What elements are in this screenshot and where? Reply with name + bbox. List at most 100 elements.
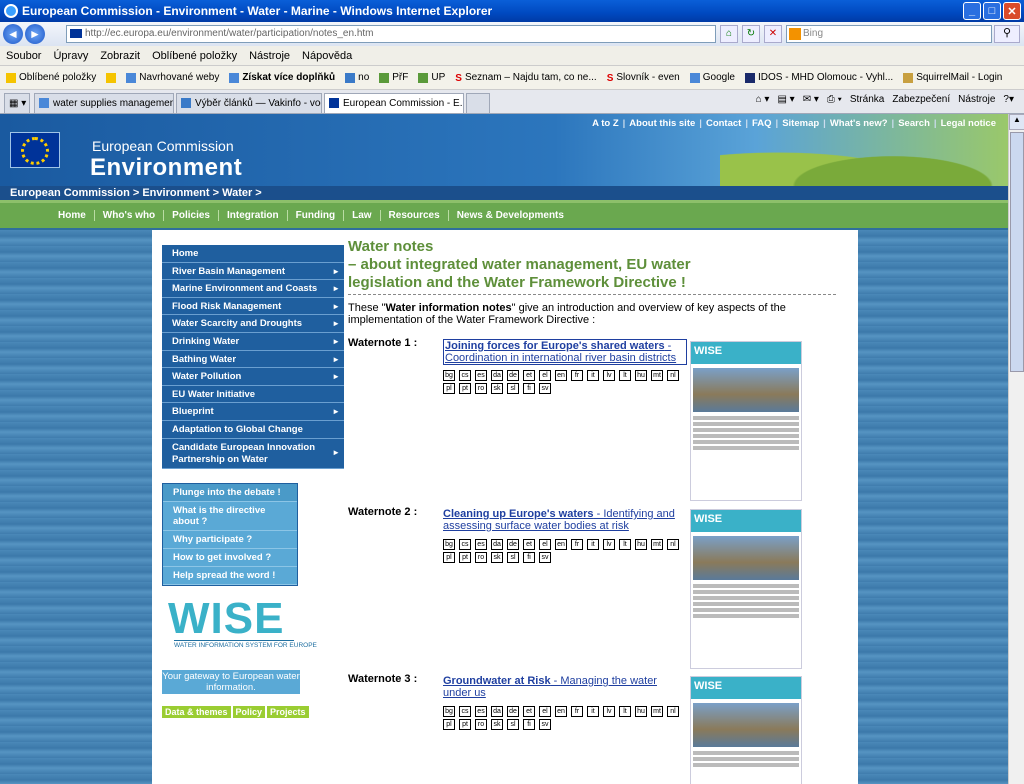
toplink[interactable]: Sitemap: [782, 118, 819, 129]
language-link[interactable]: et: [523, 539, 535, 550]
forward-button[interactable]: ►: [25, 24, 45, 44]
language-link[interactable]: pl: [443, 383, 455, 394]
left-menu-item[interactable]: Water Pollution ►: [162, 368, 344, 386]
fav-item[interactable]: S Slovník - even: [607, 72, 680, 84]
language-link[interactable]: de: [507, 706, 519, 717]
help-icon[interactable]: ?▾: [1003, 94, 1014, 105]
language-link[interactable]: cs: [459, 539, 471, 550]
quick-tabs-button[interactable]: ▦ ▾: [4, 93, 30, 113]
nav-whos-who[interactable]: Who's who: [95, 210, 165, 221]
left-menu-item[interactable]: Blueprint ►: [162, 403, 344, 421]
language-link[interactable]: pt: [459, 383, 471, 394]
tab[interactable]: Výběr článků — Vakinfo - vod...: [176, 93, 322, 113]
language-link[interactable]: hu: [635, 539, 647, 550]
nav-home[interactable]: Home: [50, 210, 95, 221]
participation-item[interactable]: Help spread the word !: [163, 567, 297, 585]
menu-item[interactable]: Oblíbené položky: [152, 50, 237, 62]
language-link[interactable]: nl: [667, 706, 679, 717]
language-link[interactable]: da: [491, 539, 503, 550]
language-link[interactable]: bg: [443, 539, 455, 550]
waternote-link[interactable]: Groundwater at Risk - Managing the water…: [443, 675, 687, 699]
language-link[interactable]: sv: [539, 719, 551, 730]
wise-link[interactable]: Policy: [232, 706, 266, 718]
language-link[interactable]: bg: [443, 370, 455, 381]
language-link[interactable]: de: [507, 539, 519, 550]
language-link[interactable]: el: [539, 706, 551, 717]
nav-law[interactable]: Law: [344, 210, 381, 221]
fav-item[interactable]: S Seznam – Najdu tam, co ne...: [455, 72, 596, 84]
close-button[interactable]: ✕: [1003, 2, 1021, 20]
fav-item[interactable]: IDOS - MHD Olomouc - Vyhl...: [744, 72, 893, 83]
search-button[interactable]: ⚲: [994, 25, 1020, 43]
language-link[interactable]: es: [475, 706, 487, 717]
language-link[interactable]: es: [475, 539, 487, 550]
back-button[interactable]: ◄: [3, 24, 23, 44]
compat-view-icon[interactable]: ⌂: [720, 25, 738, 43]
waternote-thumbnail[interactable]: WISE: [690, 676, 802, 784]
address-bar[interactable]: http://ec.europa.eu/environment/water/pa…: [66, 25, 716, 43]
language-link[interactable]: bg: [443, 706, 455, 717]
nav-news[interactable]: News & Developments: [449, 210, 572, 221]
language-link[interactable]: fi: [523, 383, 535, 394]
wise-gateway-button[interactable]: Your gateway to European water informati…: [162, 670, 300, 694]
fav-item[interactable]: SquirrelMail - Login: [903, 72, 1002, 83]
breadcrumb[interactable]: European Commission > Environment > Wate…: [0, 186, 1008, 200]
wise-link[interactable]: Projects: [267, 706, 309, 718]
page-menu[interactable]: Stránka: [850, 94, 884, 105]
print-icon[interactable]: ⎙ ▾: [827, 94, 842, 105]
toplink[interactable]: About this site: [629, 118, 695, 129]
toplink[interactable]: What's new?: [830, 118, 888, 129]
fav-item[interactable]: PřF: [379, 72, 408, 83]
left-menu-item[interactable]: Candidate European Innovation Partnershi…: [162, 438, 344, 469]
language-link[interactable]: it: [587, 370, 599, 381]
language-link[interactable]: sl: [507, 719, 519, 730]
language-link[interactable]: de: [507, 370, 519, 381]
language-link[interactable]: el: [539, 539, 551, 550]
language-link[interactable]: sv: [539, 552, 551, 563]
language-link[interactable]: fr: [571, 539, 583, 550]
favorites-button[interactable]: Oblíbené položky: [6, 72, 96, 83]
fav-item[interactable]: Google: [689, 72, 735, 83]
toplink[interactable]: FAQ: [752, 118, 772, 129]
vertical-scrollbar[interactable]: ▲: [1008, 114, 1024, 784]
maximize-button[interactable]: □: [983, 2, 1001, 20]
left-menu-item[interactable]: EU Water Initiative: [162, 385, 344, 404]
safety-menu[interactable]: Zabezpečení: [892, 94, 950, 105]
language-link[interactable]: nl: [667, 539, 679, 550]
left-menu-item[interactable]: Flood Risk Management ►: [162, 297, 344, 316]
language-link[interactable]: it: [587, 539, 599, 550]
language-link[interactable]: en: [555, 706, 567, 717]
stop-icon[interactable]: ✕: [764, 25, 782, 43]
language-link[interactable]: pt: [459, 552, 471, 563]
language-link[interactable]: sl: [507, 383, 519, 394]
refresh-icon[interactable]: ↻: [742, 25, 760, 43]
fav-item[interactable]: UP: [418, 72, 445, 83]
participation-item[interactable]: Why participate ?: [163, 531, 297, 549]
nav-resources[interactable]: Resources: [381, 210, 449, 221]
language-link[interactable]: lt: [619, 370, 631, 381]
nav-funding[interactable]: Funding: [288, 210, 345, 221]
language-link[interactable]: ro: [475, 719, 487, 730]
menu-item[interactable]: Nápověda: [302, 50, 352, 62]
language-link[interactable]: fi: [523, 719, 535, 730]
language-link[interactable]: hu: [635, 706, 647, 717]
menu-item[interactable]: Zobrazit: [100, 50, 140, 62]
waternote-link[interactable]: Cleaning up Europe's waters - Identifyin…: [443, 508, 687, 532]
eu-logo[interactable]: [10, 132, 60, 168]
left-menu-item[interactable]: Marine Environment and Coasts ►: [162, 280, 344, 298]
language-link[interactable]: fi: [523, 552, 535, 563]
minimize-button[interactable]: _: [963, 2, 981, 20]
toplink[interactable]: Legal notice: [941, 118, 996, 129]
left-menu-item[interactable]: River Basin Management ►: [162, 262, 344, 281]
fav-item[interactable]: Získat více doplňků: [229, 72, 335, 83]
mail-icon[interactable]: ✉ ▾: [803, 94, 819, 105]
participation-item[interactable]: Plunge into the debate !: [163, 484, 297, 502]
participation-item[interactable]: What is the directive about ?: [163, 502, 297, 531]
language-link[interactable]: fr: [571, 706, 583, 717]
fav-item[interactable]: [106, 72, 117, 83]
left-menu-item[interactable]: Home: [162, 245, 344, 263]
language-link[interactable]: et: [523, 370, 535, 381]
menu-item[interactable]: Soubor: [6, 50, 41, 62]
language-link[interactable]: lv: [603, 539, 615, 550]
tab-active[interactable]: European Commission - E... ✕: [324, 93, 464, 113]
